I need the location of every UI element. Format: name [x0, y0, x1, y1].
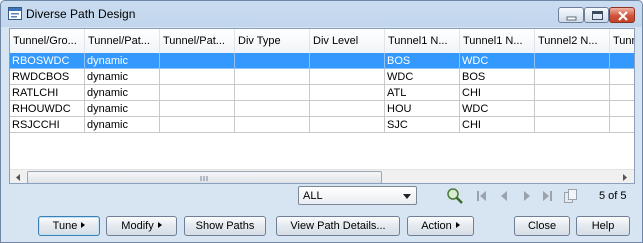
table-cell: [160, 53, 235, 69]
window-title: Diverse Path Design: [26, 7, 136, 21]
table-cell: [610, 117, 634, 133]
next-page-icon[interactable]: [522, 189, 532, 203]
help-button[interactable]: Help: [576, 216, 630, 236]
column-header[interactable]: Tunnel/Pat...: [160, 29, 235, 53]
scroll-right-icon[interactable]: [619, 172, 631, 183]
title-bar[interactable]: Diverse Path Design: [1, 1, 642, 27]
column-header[interactable]: Tunn: [610, 29, 634, 53]
table-cell: [610, 69, 634, 85]
maximize-icon: [592, 11, 603, 20]
dialog-window: Diverse Path Design Tunnel/Gro... Tunnel…: [0, 0, 643, 243]
first-page-icon[interactable]: [476, 189, 488, 203]
table-cell: ATL: [385, 85, 460, 101]
table-cell: [535, 117, 610, 133]
triangle-right-icon: [455, 222, 460, 229]
maximize-button[interactable]: [584, 7, 609, 23]
dialog-body: Tunnel/Gro... Tunnel/Pat... Tunnel/Pat..…: [9, 27, 635, 237]
table-cell: [310, 101, 385, 117]
chevron-down-icon: [403, 194, 411, 199]
table-cell: dynamic: [85, 53, 160, 69]
table-cell: [310, 85, 385, 101]
table-cell: WDC: [385, 69, 460, 85]
table-cell: [535, 101, 610, 117]
table-cell: dynamic: [85, 85, 160, 101]
table-cell: SJC: [385, 117, 460, 133]
table-cell: [310, 117, 385, 133]
table-cell: [160, 85, 235, 101]
table-cell: [235, 117, 310, 133]
filter-dropdown[interactable]: ALL: [298, 186, 417, 205]
triangle-right-icon: [157, 222, 162, 229]
column-header[interactable]: Tunnel2 N...: [535, 29, 610, 53]
table-cell: [310, 53, 385, 69]
table-cell: [160, 69, 235, 85]
modify-button[interactable]: Modify: [106, 216, 177, 236]
table-cell: dynamic: [85, 117, 160, 133]
column-header[interactable]: Div Level: [310, 29, 385, 53]
scrollbar-thumb[interactable]: [27, 171, 382, 183]
find-icon[interactable]: [446, 187, 464, 205]
column-header[interactable]: Tunnel/Pat...: [85, 29, 160, 53]
table-cell: CHI: [460, 117, 535, 133]
view-path-details-button[interactable]: View Path Details...: [276, 216, 400, 236]
table-row[interactable]: RHOUWDC dynamic HOU WDC: [10, 101, 634, 117]
table-cell: RHOUWDC: [10, 101, 85, 117]
table-cell: [160, 101, 235, 117]
column-header[interactable]: Div Type: [235, 29, 310, 53]
filter-value: ALL: [303, 190, 323, 202]
table-cell: CHI: [460, 85, 535, 101]
table-cell: RATLCHI: [10, 85, 85, 101]
minimize-button[interactable]: [558, 7, 584, 23]
triangle-right-icon: [81, 222, 86, 229]
table-cell: [235, 85, 310, 101]
close-window-button[interactable]: [609, 7, 635, 23]
table-cell: RBOSWDC: [10, 53, 85, 69]
table-cell: [535, 53, 610, 69]
table-cell: [535, 69, 610, 85]
copy-icon[interactable]: [563, 188, 579, 204]
table-cell: BOS: [460, 69, 535, 85]
table-cell: [535, 85, 610, 101]
prev-page-icon[interactable]: [499, 189, 509, 203]
table-cell: [310, 69, 385, 85]
action-button[interactable]: Action: [407, 216, 474, 236]
column-header[interactable]: Tunnel/Gro...: [10, 29, 85, 53]
table-cell: WDC: [460, 101, 535, 117]
column-header[interactable]: Tunnel1 N...: [460, 29, 535, 53]
table-cell: dynamic: [85, 69, 160, 85]
table-cell: [610, 53, 634, 69]
scroll-left-icon[interactable]: [12, 172, 24, 183]
column-header[interactable]: Tunnel1 N...: [385, 29, 460, 53]
page-count: 5 of 5: [599, 190, 627, 202]
last-page-icon[interactable]: [541, 189, 553, 203]
table-header: Tunnel/Gro... Tunnel/Pat... Tunnel/Pat..…: [10, 29, 634, 54]
table-cell: RSJCCHI: [10, 117, 85, 133]
table-cell: [235, 53, 310, 69]
close-button[interactable]: Close: [514, 216, 570, 236]
grip-icon: [200, 176, 208, 181]
table-cell: BOS: [385, 53, 460, 69]
table-cell: [235, 101, 310, 117]
close-icon: [618, 11, 628, 21]
table-cell: [610, 101, 634, 117]
table-cell: dynamic: [85, 101, 160, 117]
table-cell: WDC: [460, 53, 535, 69]
show-paths-button[interactable]: Show Paths: [184, 216, 266, 236]
table-cell: HOU: [385, 101, 460, 117]
table-row[interactable]: RWDCBOS dynamic WDC BOS: [10, 69, 634, 85]
table-cell: [235, 69, 310, 85]
horizontal-scrollbar[interactable]: [10, 169, 634, 183]
table-row[interactable]: RATLCHI dynamic ATL CHI: [10, 85, 634, 101]
tune-button[interactable]: Tune: [38, 216, 100, 236]
table-cell: [160, 117, 235, 133]
minimize-icon: [566, 16, 577, 21]
app-icon: [8, 7, 22, 20]
table-cell: [610, 85, 634, 101]
table-row[interactable]: RBOSWDC dynamic BOS WDC: [10, 53, 634, 69]
paths-table[interactable]: Tunnel/Gro... Tunnel/Pat... Tunnel/Pat..…: [9, 28, 635, 184]
table-row[interactable]: RSJCCHI dynamic SJC CHI: [10, 117, 634, 133]
table-cell: RWDCBOS: [10, 69, 85, 85]
